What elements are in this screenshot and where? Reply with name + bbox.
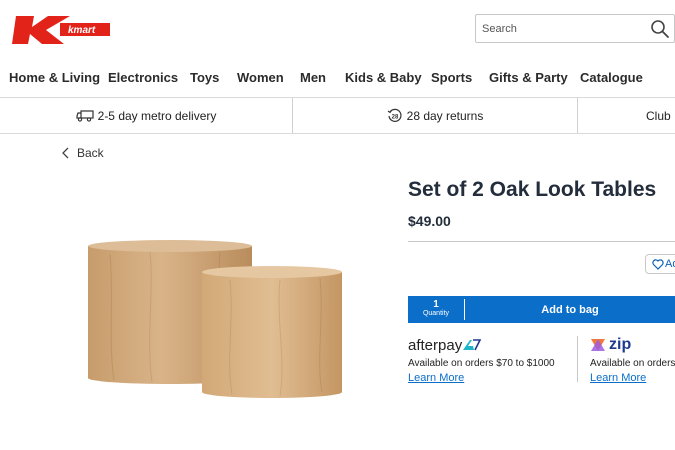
afterpay-arrows-icon: [463, 339, 482, 351]
search-input[interactable]: [476, 15, 646, 42]
search-icon[interactable]: [650, 19, 670, 39]
afterpay-learn-more-link[interactable]: Learn More: [408, 372, 555, 384]
club-benefit[interactable]: Club: [578, 98, 675, 133]
nav-item-sports[interactable]: Sports: [431, 70, 472, 85]
nav-item-home-living[interactable]: Home & Living: [9, 70, 100, 85]
main-nav: Home & Living Electronics Toys Women Men…: [0, 70, 675, 92]
delivery-benefit[interactable]: 2-5 day metro delivery: [0, 98, 292, 133]
wishlist-label: Ad: [665, 258, 675, 270]
svg-text:kmart: kmart: [68, 25, 96, 36]
search-box: [475, 14, 675, 43]
nav-item-catalogue[interactable]: Catalogue: [580, 70, 643, 85]
nav-item-men[interactable]: Men: [300, 70, 326, 85]
nav-item-gifts-party[interactable]: Gifts & Party: [489, 70, 568, 85]
divider: [408, 241, 675, 242]
back-link[interactable]: Back: [62, 145, 104, 161]
quantity-label: Quantity: [422, 310, 450, 317]
heart-icon: [652, 258, 664, 270]
quantity-value: 1: [433, 299, 439, 310]
zip-mark-icon: [591, 339, 605, 351]
chevron-left-icon: [62, 147, 69, 159]
zip-info: zip Available on orders Learn More: [590, 336, 675, 384]
site-header: kmart: [0, 0, 675, 60]
zip-text: Available on orders: [590, 358, 675, 369]
delivery-text: 2-5 day metro delivery: [97, 108, 217, 123]
add-to-bag-button[interactable]: Add to bag: [465, 296, 675, 323]
zip-learn-more-link[interactable]: Learn More: [590, 372, 675, 384]
afterpay-info: afterpay Available on orders $70 to $100…: [408, 336, 555, 385]
svg-text:28: 28: [391, 114, 398, 120]
quantity-selector[interactable]: 1 Quantity: [408, 296, 464, 323]
buy-bar: 1 Quantity Add to bag: [408, 296, 675, 323]
nav-item-women[interactable]: Women: [237, 70, 284, 85]
truck-icon: [76, 109, 94, 122]
product-image[interactable]: [80, 230, 360, 410]
payment-divider: [577, 336, 578, 382]
nav-item-kids-baby[interactable]: Kids & Baby: [345, 70, 422, 85]
add-to-wishlist-button[interactable]: Ad: [645, 254, 675, 274]
returns-text: 28 day returns: [406, 108, 484, 123]
afterpay-logo: afterpay: [408, 336, 555, 354]
returns-icon: 28: [387, 108, 402, 122]
zip-logo: zip: [590, 336, 675, 354]
nav-item-electronics[interactable]: Electronics: [108, 70, 178, 85]
back-label: Back: [77, 146, 104, 160]
kmart-logo[interactable]: kmart: [12, 14, 110, 46]
product-title: Set of 2 Oak Look Tables: [408, 178, 657, 201]
benefits-bar: 2-5 day metro delivery 28 28 day returns…: [0, 97, 675, 134]
afterpay-text: Available on orders $70 to $1000: [408, 358, 555, 369]
club-text: Club: [646, 108, 671, 123]
product-price: $49.00: [408, 213, 451, 229]
returns-benefit[interactable]: 28 28 day returns: [293, 98, 577, 133]
nav-item-toys[interactable]: Toys: [190, 70, 219, 85]
